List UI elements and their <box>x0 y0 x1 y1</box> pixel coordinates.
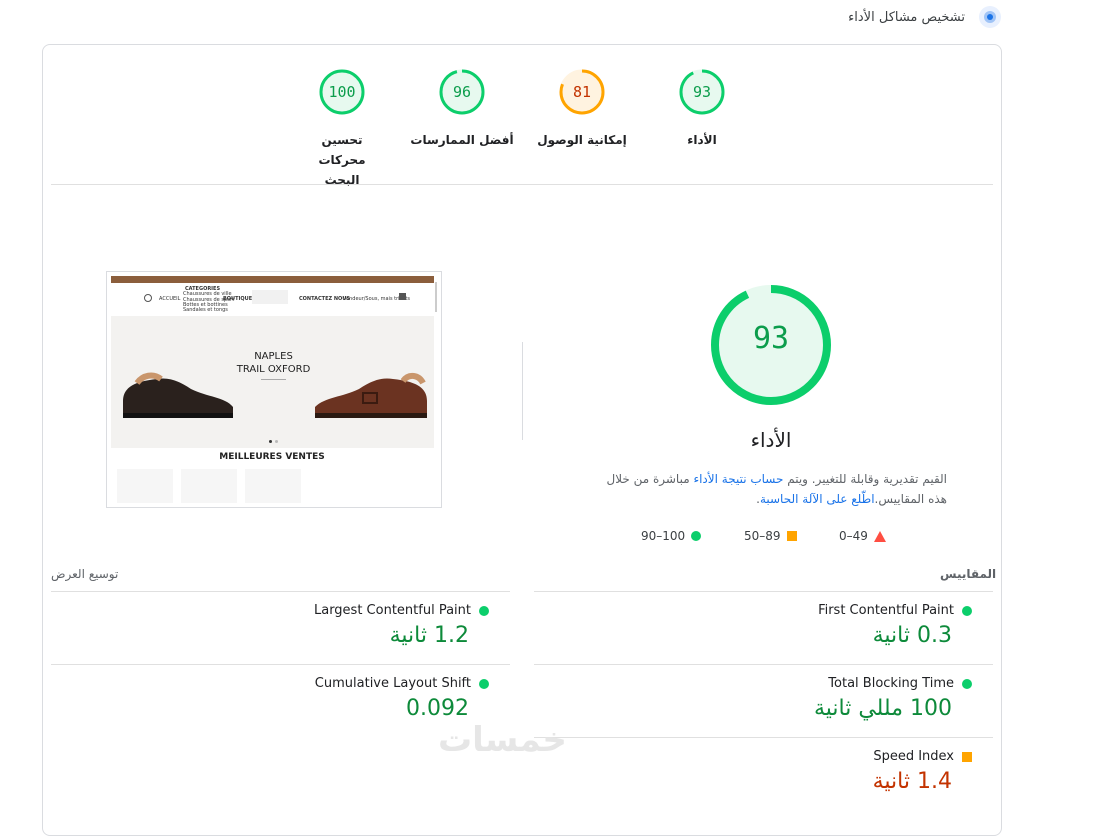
score-legend: 0–49 50–89 90–100 <box>641 529 901 545</box>
metric-name-row: First Contentful Paint <box>818 603 972 618</box>
metric-name: Total Blocking Time <box>828 676 954 691</box>
score-value: 100 <box>328 83 356 101</box>
divider <box>534 664 993 665</box>
metric-tbt: Total Blocking Time 100 مللي ثانية <box>534 676 992 736</box>
page-screenshot[interactable]: CATEGORIES ACCUEIL Chaussures de ville C… <box>106 271 442 508</box>
gauge-label: أفضل الممارسات <box>410 133 514 147</box>
calculator-link[interactable]: اطّلع على الآلة الحاسبة <box>760 492 875 506</box>
score-value: 96 <box>452 83 472 101</box>
metric-name-row: Speed Index <box>873 749 972 764</box>
legend-average: 50–89 <box>744 529 797 543</box>
performance-description: القيم تقديرية وقابلة للتغيير. ويتم حساب … <box>591 469 947 509</box>
divider <box>51 184 993 185</box>
gauge-performance[interactable]: 93 الأداء <box>647 68 757 150</box>
pass-dot-icon <box>479 678 489 689</box>
metric-value: 0.092 <box>406 696 469 721</box>
shoe-image <box>315 373 427 418</box>
score-ring: 81 <box>558 68 606 116</box>
score-ring: 93 <box>678 68 726 116</box>
header-title: تشخيص مشاكل الأداء <box>848 9 965 25</box>
page-header: تشخيص مشاكل الأداء <box>848 6 1001 28</box>
site-nav-item: BOUTIQUE <box>223 296 253 302</box>
performance-score: 93 <box>752 321 790 356</box>
legend-range: 50–89 <box>744 529 781 543</box>
desc-text: القيم تقديرية وقابلة للتغيير. ويتم <box>783 472 947 486</box>
metric-name-row: Cumulative Layout Shift <box>315 676 489 691</box>
site-search-icon <box>144 294 152 302</box>
vertical-divider <box>522 342 523 440</box>
metric-name: Cumulative Layout Shift <box>314 676 471 691</box>
legend-range: 0–49 <box>839 529 868 543</box>
site-logo <box>252 290 288 304</box>
circle-icon <box>691 531 702 541</box>
gauge-best-practices[interactable]: 96 أفضل الممارسات <box>407 68 517 150</box>
hero-title-line: NAPLES <box>254 351 293 362</box>
scrollbar <box>435 282 437 312</box>
site-hero: NAPLES TRAIL OXFORD <box>111 316 434 448</box>
gauge-label: الأداء <box>687 133 717 147</box>
triangle-icon <box>873 530 886 542</box>
score-calc-link[interactable]: حساب نتيجة الأداء <box>693 472 783 486</box>
average-square-icon <box>962 751 972 762</box>
carousel-dot <box>275 440 278 443</box>
performance-label: الأداء <box>750 428 792 452</box>
gauge-label: تحسين محركات البحث <box>318 133 366 187</box>
score-ring: 100 <box>318 68 366 116</box>
metric-lcp: Largest Contentful Paint 1.2 ثانية <box>51 603 509 663</box>
report-card: 93 الأداء 81 إمكانية الوصول 96 أفضل المم… <box>42 44 1002 836</box>
product-placeholder <box>117 469 173 503</box>
pass-dot-icon <box>962 605 972 616</box>
performance-gauge: 93 <box>709 283 833 407</box>
metric-name-row: Largest Contentful Paint <box>314 603 489 618</box>
product-placeholder <box>181 469 237 503</box>
square-icon <box>786 531 797 541</box>
legend-pass: 90–100 <box>641 529 702 543</box>
expand-view-toggle[interactable]: توسيع العرض <box>51 567 118 581</box>
metric-speed-index: Speed Index 1.4 ثانية <box>534 749 992 809</box>
site-cart-icon <box>399 293 406 300</box>
divider <box>51 591 510 592</box>
metric-name: First Contentful Paint <box>818 603 954 618</box>
pass-dot-icon <box>479 605 489 616</box>
lighthouse-icon <box>979 6 1001 28</box>
divider <box>534 737 993 738</box>
legend-range: 90–100 <box>641 529 686 543</box>
score-value: 93 <box>692 83 712 101</box>
gauge-accessibility[interactable]: 81 إمكانية الوصول <box>527 68 637 150</box>
site-banner <box>111 276 434 283</box>
metric-name-row: Total Blocking Time <box>828 676 972 691</box>
product-placeholder <box>245 469 301 503</box>
site-nav-item: ACCUEIL <box>159 296 181 302</box>
divider <box>51 664 510 665</box>
metric-value: 0.3 ثانية <box>872 623 952 648</box>
site-nav-subitem: Sandales et tongs <box>183 307 228 313</box>
metric-name: Largest Contentful Paint <box>313 603 471 618</box>
legend-fail: 0–49 <box>839 529 886 543</box>
divider <box>534 591 993 592</box>
watermark-logo: خمسات <box>438 720 567 760</box>
gauge-label: إمكانية الوصول <box>537 133 627 147</box>
shoe-image <box>123 372 233 418</box>
score-ring: 96 <box>438 68 486 116</box>
gauge-seo[interactable]: 100 تحسين محركات البحث <box>287 68 397 190</box>
metric-value: 1.2 ثانية <box>389 623 469 648</box>
metric-fcp: First Contentful Paint 0.3 ثانية <box>534 603 992 663</box>
score-value: 81 <box>572 83 592 101</box>
hero-link <box>261 379 286 380</box>
metric-value: 1.4 ثانية <box>872 769 952 794</box>
metrics-title: المقاييس <box>940 567 997 581</box>
metric-value: 100 مللي ثانية <box>813 696 952 721</box>
pass-dot-icon <box>962 678 972 689</box>
carousel-dot <box>269 440 272 443</box>
category-gauges: 93 الأداء 81 إمكانية الوصول 96 أفضل المم… <box>43 45 1001 187</box>
section-title: MEILLEURES VENTES <box>219 452 325 462</box>
metric-name: Speed Index <box>873 749 954 764</box>
